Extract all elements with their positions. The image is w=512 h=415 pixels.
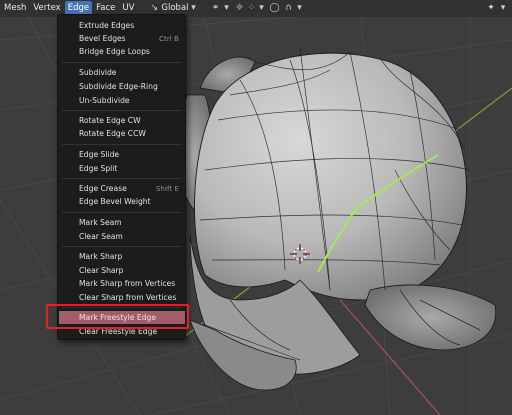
menu-item-label: Subdivide — [79, 68, 117, 77]
snap-target-icon[interactable]: ⁘ — [246, 1, 258, 16]
menu-item-label: Edge Crease — [79, 184, 127, 193]
menu-item-rotate-edge-ccw[interactable]: Rotate Edge CCW — [59, 127, 185, 140]
menu-item-extrude-edges[interactable]: Extrude Edges — [59, 19, 185, 32]
menu-item-label: Bridge Edge Loops — [79, 47, 150, 56]
menu-mesh[interactable]: Mesh — [1, 1, 29, 16]
menu-item-label: Clear Sharp from Vertices — [79, 293, 177, 302]
menu-item-mark-sharp[interactable]: Mark Sharp — [59, 250, 185, 263]
menu-separator — [62, 178, 182, 179]
chevron-down-icon[interactable]: ▾ — [498, 1, 508, 16]
menu-item-edge-bevel-weight[interactable]: Edge Bevel Weight — [59, 195, 185, 208]
menu-separator — [62, 62, 182, 63]
highlight-annotation-box — [46, 304, 189, 329]
chevron-down-icon[interactable]: ▾ — [258, 1, 266, 16]
menu-item-label: Un-Subdivide — [79, 96, 130, 105]
menu-item-edge-crease[interactable]: Edge Crease Shift E — [59, 182, 185, 195]
menu-item-label: Mark Seam — [79, 218, 122, 227]
gizmo-icon[interactable]: ✦ — [484, 1, 498, 16]
menu-item-label: Subdivide Edge-Ring — [79, 82, 158, 91]
menu-item-shortcut: Shift E — [155, 184, 179, 193]
menu-item-bridge-edge-loops[interactable]: Bridge Edge Loops — [59, 45, 185, 58]
proportional-icon[interactable]: ◯ — [268, 1, 282, 16]
menu-item-clear-sharp-from-vertices[interactable]: Clear Sharp from Vertices — [59, 291, 185, 304]
menu-item-edge-split[interactable]: Edge Split — [59, 162, 185, 175]
menu-item-clear-seam[interactable]: Clear Seam — [59, 230, 185, 243]
menu-item-subdivide-edge-ring[interactable]: Subdivide Edge-Ring — [59, 80, 185, 93]
menu-item-label: Rotate Edge CW — [79, 116, 141, 125]
falloff-icon[interactable]: ∩ — [282, 1, 296, 16]
menu-item-label: Rotate Edge CCW — [79, 129, 146, 138]
chevron-down-icon[interactable]: ▾ — [189, 1, 199, 16]
menu-separator — [62, 110, 182, 111]
menu-item-label: Mark Sharp — [79, 252, 123, 261]
menu-item-subdivide[interactable]: Subdivide — [59, 66, 185, 79]
snap-icon[interactable]: ❖ — [234, 1, 246, 16]
menu-item-mark-sharp-from-vertices[interactable]: Mark Sharp from Vertices — [59, 277, 185, 290]
menu-separator — [62, 246, 182, 247]
menu-separator — [62, 144, 182, 145]
menu-item-label: Mark Sharp from Vertices — [79, 279, 176, 288]
menu-item-mark-seam[interactable]: Mark Seam — [59, 216, 185, 229]
menu-item-un-subdivide[interactable]: Un-Subdivide — [59, 94, 185, 107]
menu-item-edge-slide[interactable]: Edge Slide — [59, 148, 185, 161]
menu-separator — [62, 212, 182, 213]
menu-item-label: Bevel Edges — [79, 34, 126, 43]
pivot-icon[interactable]: ⚭ — [209, 1, 223, 16]
chevron-down-icon[interactable]: ▾ — [223, 1, 231, 16]
menu-item-label: Extrude Edges — [79, 21, 135, 30]
menu-item-shortcut: Ctrl B — [158, 34, 179, 43]
menu-item-rotate-edge-cw[interactable]: Rotate Edge CW — [59, 114, 185, 127]
head-mesh — [194, 52, 467, 301]
menu-item-label: Edge Split — [79, 164, 118, 173]
menu-item-label: Clear Seam — [79, 232, 123, 241]
edge-menu: Extrude Edges Bevel Edges Ctrl B Bridge E… — [57, 14, 186, 340]
menu-item-label: Edge Bevel Weight — [79, 197, 151, 206]
chevron-down-icon[interactable]: ▾ — [296, 1, 304, 16]
menu-item-label: Clear Sharp — [79, 266, 124, 275]
menu-item-label: Edge Slide — [79, 150, 120, 159]
menu-item-clear-sharp[interactable]: Clear Sharp — [59, 264, 185, 277]
menu-item-bevel-edges[interactable]: Bevel Edges Ctrl B — [59, 32, 185, 45]
